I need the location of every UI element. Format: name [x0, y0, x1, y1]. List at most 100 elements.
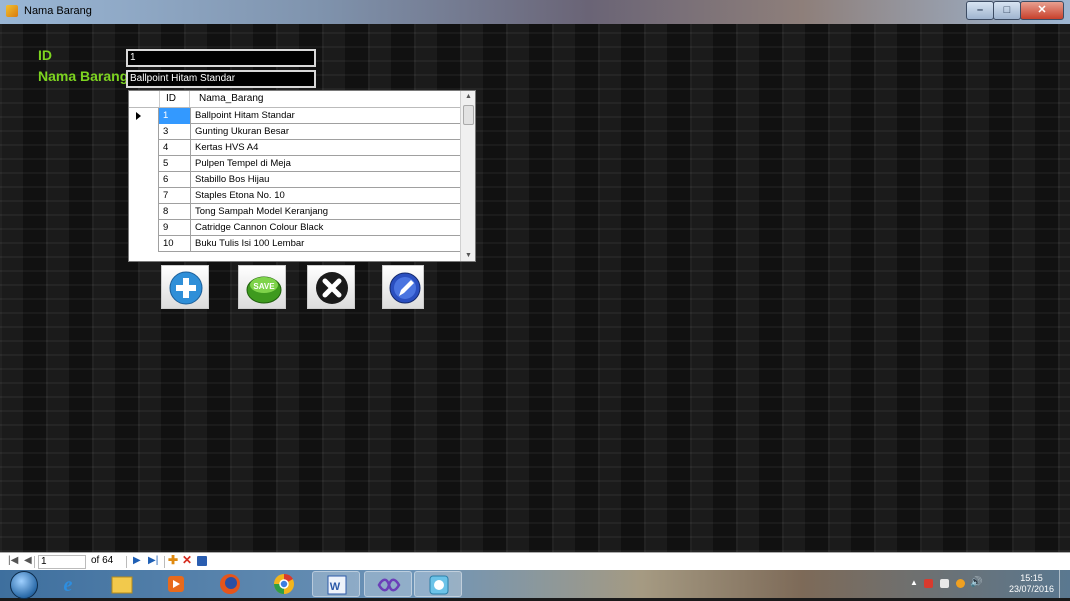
maximize-button[interactable]: □: [993, 1, 1021, 20]
taskbar-item-media[interactable]: [152, 571, 200, 597]
title-bar: Nama Barang – □ ✕: [0, 0, 1070, 25]
plus-circle-icon: [169, 271, 203, 305]
table-row[interactable]: 1 Ballpoint Hitam Standar: [129, 108, 461, 124]
cell-nama-barang[interactable]: Stabillo Bos Hijau: [191, 172, 461, 188]
taskbar-item-visual-studio[interactable]: [364, 571, 412, 597]
pencil-circle-icon: [389, 272, 421, 304]
row-selector[interactable]: [129, 188, 159, 204]
table-row[interactable]: 7 Staples Etona No. 10: [129, 188, 461, 204]
row-selector[interactable]: [129, 236, 159, 252]
grid-body: ID Nama_Barang 1 Ballpoint Hitam Standar…: [129, 91, 461, 261]
id-label: ID: [38, 47, 52, 63]
delete-icon[interactable]: ✕: [182, 553, 192, 567]
taskbar-item-internet-explorer[interactable]: e: [44, 571, 92, 597]
cell-id[interactable]: 4: [159, 140, 191, 156]
table-row[interactable]: 6 Stabillo Bos Hijau: [129, 172, 461, 188]
cell-nama-barang[interactable]: Gunting Ukuran Besar: [191, 124, 461, 140]
save-button[interactable]: SAVE: [238, 265, 286, 309]
internet-explorer-icon: e: [64, 574, 73, 596]
cell-nama-barang[interactable]: Buku Tulis Isi 100 Lembar: [191, 236, 461, 252]
current-row-arrow-icon: [136, 112, 141, 120]
table-row[interactable]: 10 Buku Tulis Isi 100 Lembar: [129, 236, 461, 252]
table-row[interactable]: 4 Kertas HVS A4: [129, 140, 461, 156]
battery-icon[interactable]: [940, 579, 949, 588]
svg-text:W: W: [330, 581, 341, 593]
minimize-button[interactable]: –: [966, 1, 994, 20]
x-circle-icon: [316, 272, 348, 304]
table-row[interactable]: 8 Tong Sampah Model Keranjang: [129, 204, 461, 220]
separator: [34, 556, 35, 568]
cell-id[interactable]: 5: [159, 156, 191, 172]
cell-id[interactable]: 10: [159, 236, 191, 252]
start-button[interactable]: [10, 571, 38, 599]
record-count-label: of 64: [91, 555, 114, 566]
cell-id[interactable]: 7: [159, 188, 191, 204]
network-icon[interactable]: [956, 579, 965, 588]
position-field[interactable]: 1: [38, 555, 86, 569]
move-previous-icon[interactable]: ◀: [24, 555, 32, 566]
nama-barang-field[interactable]: Ballpoint Hitam Standar: [126, 70, 316, 88]
row-selector[interactable]: [129, 156, 159, 172]
table-row[interactable]: 9 Catridge Cannon Colour Black: [129, 220, 461, 236]
taskbar-clock[interactable]: 15:15 23/07/2016: [1009, 573, 1054, 595]
table-row[interactable]: 5 Pulpen Tempel di Meja: [129, 156, 461, 172]
cell-id[interactable]: 3: [159, 124, 191, 140]
cell-nama-barang[interactable]: Ballpoint Hitam Standar: [191, 108, 461, 124]
move-last-icon[interactable]: ▶|: [148, 555, 158, 566]
row-selector[interactable]: [129, 108, 159, 124]
close-window-button[interactable]: ✕: [1020, 1, 1064, 20]
volume-icon[interactable]: 🔊: [970, 577, 982, 588]
save-disk-icon[interactable]: [197, 556, 207, 566]
show-desktop-button[interactable]: [1059, 570, 1070, 598]
cell-id[interactable]: 6: [159, 172, 191, 188]
minimize-icon: –: [976, 4, 984, 16]
row-selector[interactable]: [129, 204, 159, 220]
taskbar-item-firefox[interactable]: [206, 571, 254, 597]
taskbar-item-word[interactable]: W: [312, 571, 360, 597]
row-selector[interactable]: [129, 140, 159, 156]
cell-id[interactable]: 9: [159, 220, 191, 236]
system-tray: ▲ 🔊 15:15 23/07/2016: [910, 570, 1070, 598]
binding-navigator: |◀ ◀ 1 of 64 ▶ ▶| ✚ ✕: [0, 552, 1070, 571]
table-row[interactable]: 3 Gunting Ukuran Besar: [129, 124, 461, 140]
cell-id[interactable]: 8: [159, 204, 191, 220]
cell-nama-barang[interactable]: Staples Etona No. 10: [191, 188, 461, 204]
windows-taskbar: e W ▲ 🔊 15:15 23/07/2016: [0, 570, 1070, 599]
delete-button[interactable]: [307, 265, 355, 309]
clock-time: 15:15: [1020, 573, 1043, 583]
cell-nama-barang[interactable]: Catridge Cannon Colour Black: [191, 220, 461, 236]
barang-data-grid[interactable]: ID Nama_Barang 1 Ballpoint Hitam Standar…: [128, 90, 476, 262]
row-selector[interactable]: [129, 220, 159, 236]
grid-vertical-scrollbar[interactable]: ▲ ▼: [460, 91, 475, 261]
media-player-icon: [168, 576, 184, 592]
scroll-thumb[interactable]: [463, 105, 474, 125]
move-first-icon[interactable]: |◀: [8, 555, 18, 566]
scroll-down-icon[interactable]: ▼: [465, 252, 472, 259]
window-controls: – □ ✕: [966, 1, 1064, 20]
row-selector[interactable]: [129, 124, 159, 140]
cell-nama-barang[interactable]: Tong Sampah Model Keranjang: [191, 204, 461, 220]
word-icon: W: [327, 575, 347, 595]
cell-nama-barang[interactable]: Kertas HVS A4: [191, 140, 461, 156]
app-icon: [6, 5, 18, 17]
add-new-icon[interactable]: ✚: [168, 553, 178, 567]
show-hidden-icons-icon[interactable]: ▲: [910, 578, 918, 587]
cell-id[interactable]: 1: [159, 108, 191, 124]
row-header-corner: [129, 91, 160, 107]
save-icon: SAVE: [246, 276, 282, 304]
column-header-nama-barang[interactable]: Nama_Barang: [191, 91, 461, 107]
taskbar-item-explorer[interactable]: [98, 571, 146, 597]
edit-button[interactable]: [382, 265, 424, 309]
add-button[interactable]: [161, 265, 209, 309]
close-icon: ✕: [1037, 4, 1047, 16]
column-header-id[interactable]: ID: [160, 91, 190, 107]
taskbar-item-app[interactable]: [414, 571, 462, 597]
taskbar-item-chrome[interactable]: [260, 571, 308, 597]
scroll-up-icon[interactable]: ▲: [465, 93, 472, 100]
action-center-icon[interactable]: [924, 579, 933, 588]
row-selector[interactable]: [129, 172, 159, 188]
id-field[interactable]: 1: [126, 49, 316, 67]
move-next-icon[interactable]: ▶: [133, 555, 141, 566]
grid-header: ID Nama_Barang: [129, 91, 461, 108]
cell-nama-barang[interactable]: Pulpen Tempel di Meja: [191, 156, 461, 172]
